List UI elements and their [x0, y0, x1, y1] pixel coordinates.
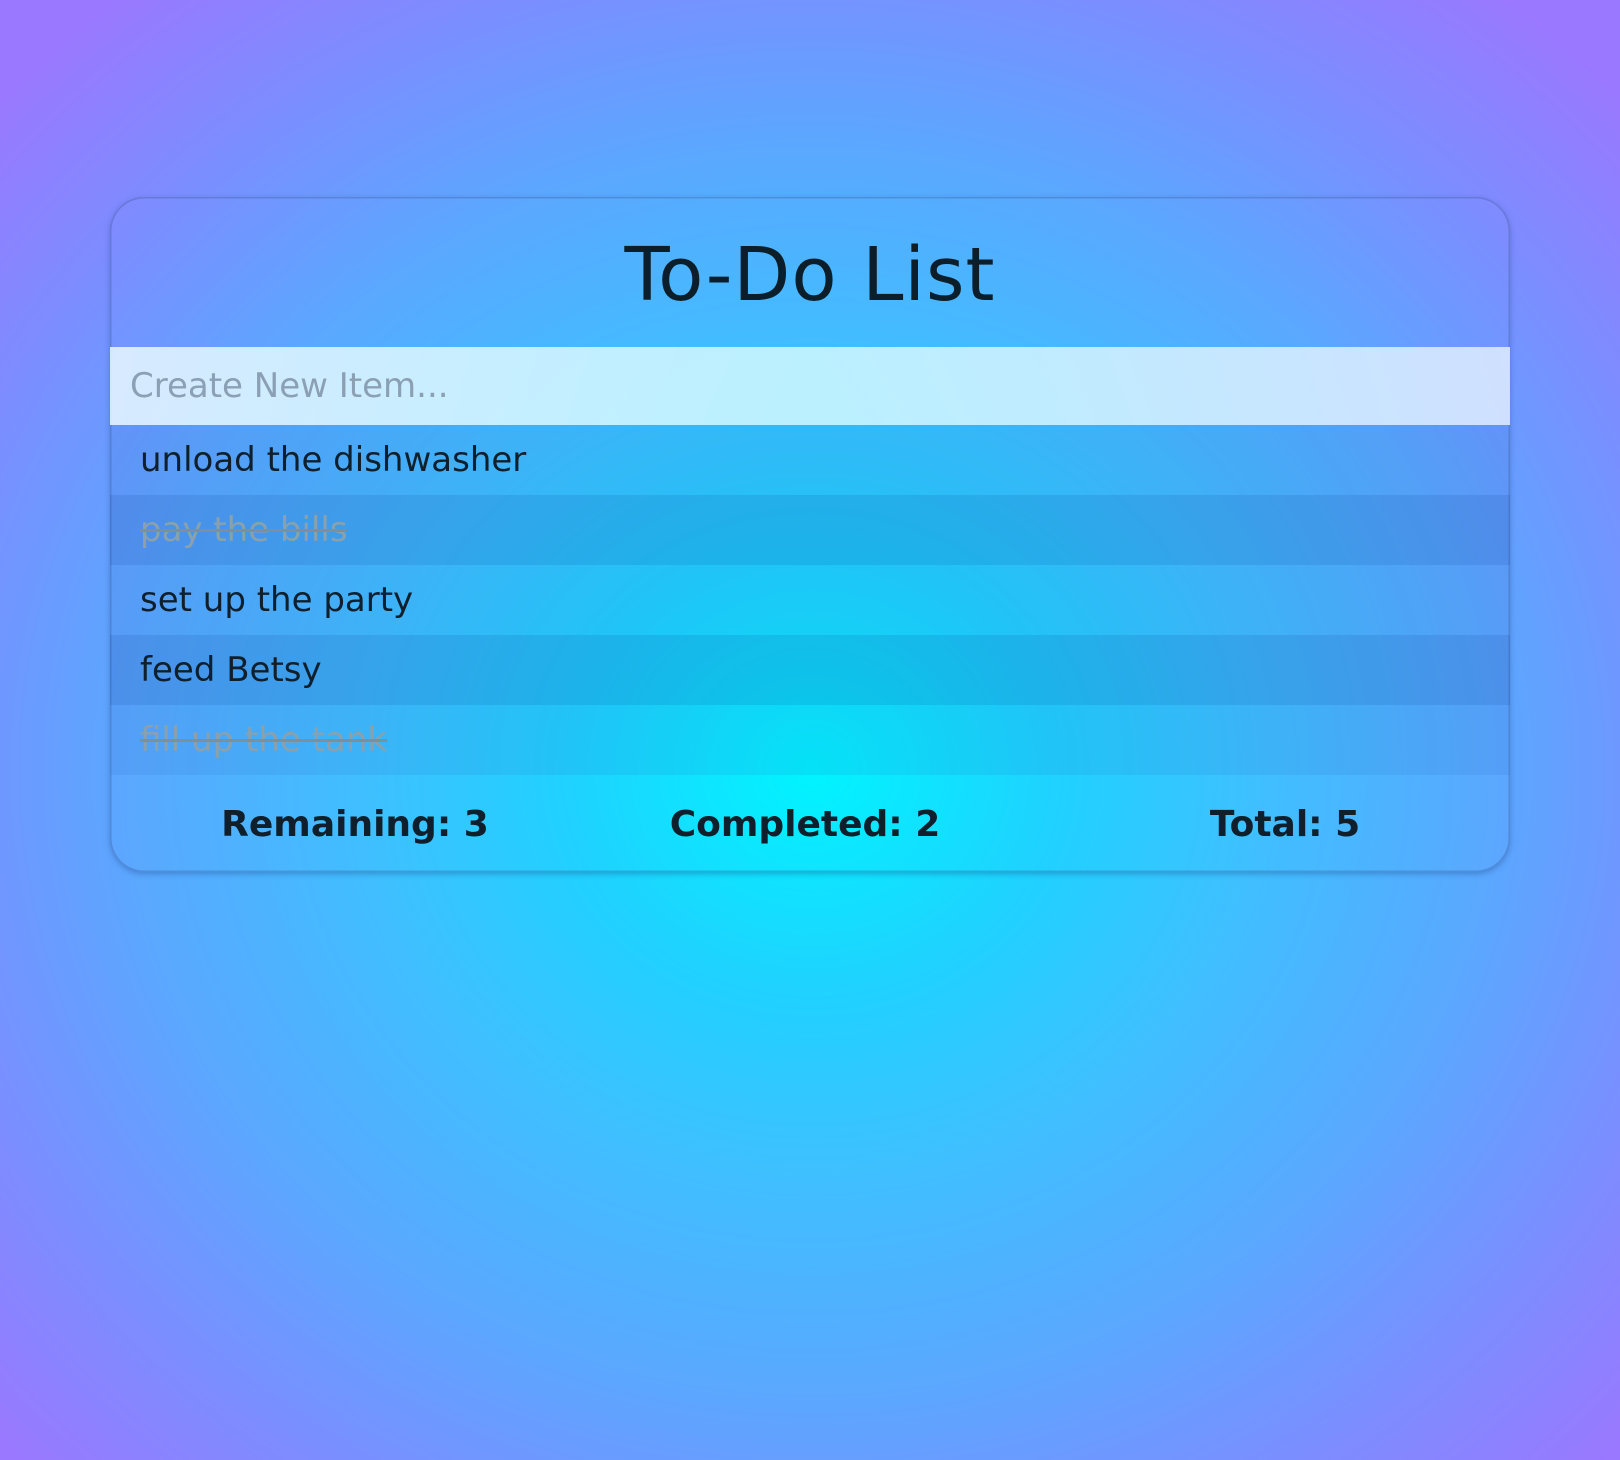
- list-item-label: pay the bills: [140, 510, 348, 550]
- list-item-label: fill up the tank: [140, 720, 388, 760]
- list-item[interactable]: pay the bills: [110, 495, 1510, 565]
- todo-list: unload the dishwasher pay the bills set …: [110, 425, 1510, 775]
- total-count: Total: 5: [1209, 803, 1361, 845]
- list-item-label: set up the party: [140, 580, 414, 620]
- completed-count: Completed: 2: [669, 803, 941, 845]
- list-item[interactable]: unload the dishwasher: [110, 425, 1510, 495]
- list-item-label: feed Betsy: [140, 650, 322, 690]
- page-title: To-Do List: [624, 232, 996, 318]
- stats-bar: Remaining: 3 Completed: 2 Total: 5: [110, 775, 1510, 872]
- remaining-count: Remaining: 3: [221, 803, 489, 845]
- list-item-label: unload the dishwasher: [140, 440, 527, 480]
- todo-app: To-Do List unload the dishwasher pay the…: [110, 197, 1510, 872]
- list-item[interactable]: feed Betsy: [110, 635, 1510, 705]
- list-item[interactable]: set up the party: [110, 565, 1510, 635]
- list-item[interactable]: fill up the tank: [110, 705, 1510, 775]
- new-item-input[interactable]: [110, 347, 1510, 425]
